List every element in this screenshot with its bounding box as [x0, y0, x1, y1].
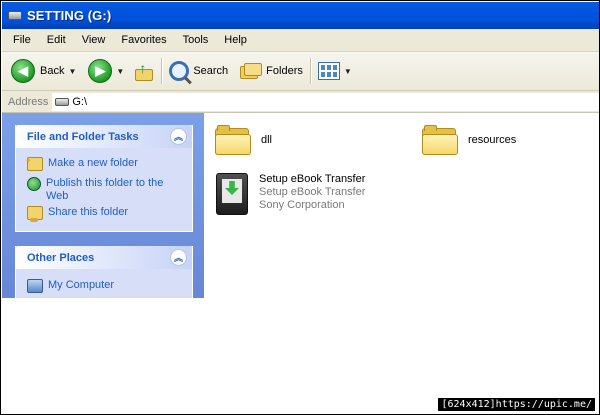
ebook-setup-icon	[216, 173, 248, 215]
views-dropdown-icon[interactable]: ▼	[344, 67, 352, 76]
forward-arrow-icon: ▶	[88, 59, 113, 83]
file-description: Setup eBook Transfer	[259, 186, 366, 198]
empty-area	[2, 298, 599, 414]
file-company: Sony Corporation	[259, 199, 345, 211]
place-label: My Computer	[48, 279, 115, 291]
toolbar-separator	[309, 58, 311, 84]
menu-edit[interactable]: Edit	[47, 34, 66, 46]
file-item-dll[interactable]: dll	[215, 125, 272, 155]
other-places-title: Other Places	[27, 251, 95, 264]
task-label: Share this folder	[48, 206, 129, 218]
collapse-chevron-icon[interactable]: ︽	[170, 249, 187, 266]
address-label: Address	[8, 95, 49, 108]
task-label: Publish this folder to the Web	[46, 177, 164, 202]
address-value: G:\	[72, 95, 88, 108]
menu-tools[interactable]: Tools	[183, 34, 209, 46]
search-label: Search	[193, 65, 229, 77]
folders-label: Folders	[266, 65, 303, 77]
forward-dropdown-icon[interactable]: ▼	[116, 67, 124, 76]
explorer-window: SETTING (G:) File Edit View Favorites To…	[0, 0, 600, 415]
up-folder-icon: ↑	[134, 60, 154, 82]
task-share-folder[interactable]: Share this folder	[16, 206, 192, 222]
address-bar: Address G:\	[2, 91, 599, 113]
file-folder-tasks-header[interactable]: File and Folder Tasks ︽	[16, 125, 192, 148]
search-button[interactable]: Search	[169, 55, 228, 87]
views-button[interactable]: ▼	[317, 55, 352, 87]
task-label: Make a new folder	[48, 157, 138, 169]
folder-icon	[215, 125, 251, 155]
menu-file[interactable]: File	[13, 34, 31, 46]
task-publish-folder[interactable]: Publish this folder to the Web	[16, 177, 192, 203]
place-my-computer[interactable]: My Computer	[16, 279, 192, 293]
up-folder-button[interactable]: ↑	[134, 55, 154, 87]
file-name: dll	[261, 134, 273, 146]
back-label: Back	[40, 65, 65, 77]
file-list: dll resources Setup eBook Transfer Setup…	[204, 113, 599, 298]
search-icon	[169, 61, 190, 81]
folders-icon	[240, 62, 263, 80]
file-name: Setup eBook Transfer	[259, 173, 366, 185]
other-places-header[interactable]: Other Places ︽	[16, 246, 192, 269]
watermark: [624x412]https://upic.me/	[438, 398, 595, 411]
folder-icon	[422, 125, 458, 155]
task-make-new-folder[interactable]: Make a new folder	[16, 154, 192, 171]
back-dropdown-icon[interactable]: ▼	[68, 67, 76, 76]
toolbar-separator	[161, 58, 163, 84]
task-pane: File and Folder Tasks ︽ Make a new folde…	[2, 113, 204, 298]
file-folder-tasks-title: File and Folder Tasks	[27, 130, 139, 143]
back-button[interactable]: ◀ Back ▼	[11, 55, 76, 87]
title-bar[interactable]: SETTING (G:)	[2, 2, 599, 29]
folders-button[interactable]: Folders	[240, 55, 303, 87]
menu-bar: File Edit View Favorites Tools Help	[2, 29, 599, 52]
views-icon	[317, 62, 340, 80]
address-field[interactable]: G:\	[52, 92, 599, 111]
drive-icon	[55, 97, 70, 106]
window-title: SETTING (G:)	[27, 8, 112, 23]
file-folder-tasks-panel: File and Folder Tasks ︽ Make a new folde…	[15, 125, 193, 232]
file-name: resources	[468, 134, 517, 146]
drive-icon	[8, 11, 22, 20]
computer-icon	[27, 279, 43, 293]
new-folder-icon	[25, 154, 43, 171]
file-item-resources[interactable]: resources	[422, 125, 516, 155]
forward-button[interactable]: ▶ ▼	[88, 55, 124, 87]
share-folder-icon	[27, 206, 43, 222]
menu-favorites[interactable]: Favorites	[121, 34, 166, 46]
toolbar: ◀ Back ▼ ▶ ▼ ↑ Search Folders ▼	[2, 52, 599, 91]
collapse-chevron-icon[interactable]: ︽	[170, 128, 187, 145]
menu-help[interactable]: Help	[224, 34, 247, 46]
globe-icon	[27, 177, 41, 191]
back-arrow-icon: ◀	[11, 59, 35, 83]
menu-view[interactable]: View	[82, 34, 106, 46]
file-item-setup[interactable]: Setup eBook Transfer Setup eBook Transfe…	[216, 173, 365, 215]
other-places-panel: Other Places ︽ My Computer	[15, 246, 193, 298]
